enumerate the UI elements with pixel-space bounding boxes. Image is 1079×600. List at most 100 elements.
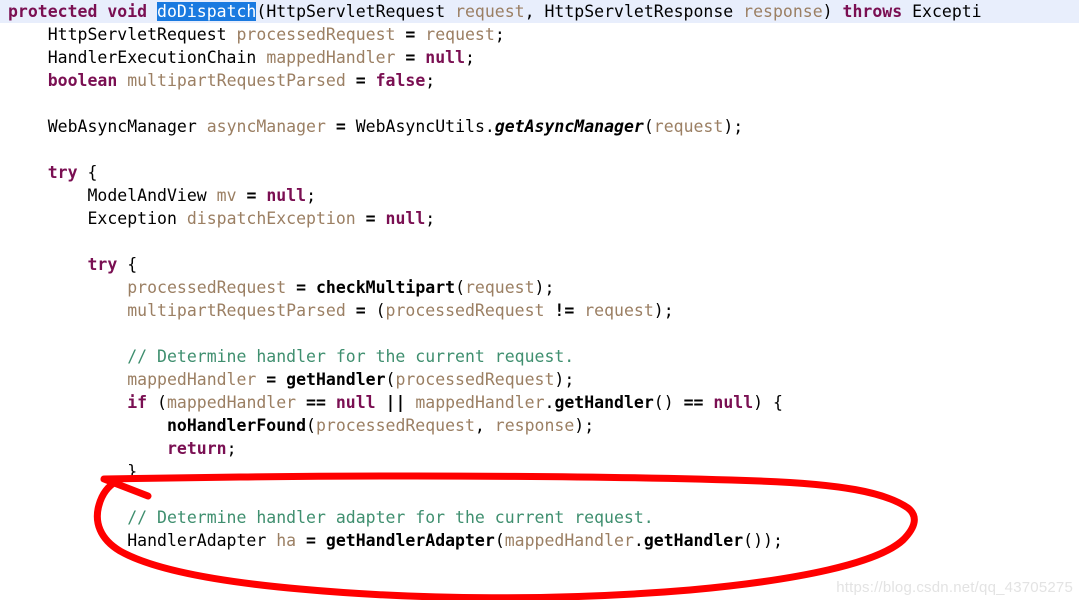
code-token: ); [534,278,555,297]
code-token: = [355,301,366,320]
code-token: null [713,393,754,412]
code-token: try [47,163,78,182]
code-viewport[interactable]: protected void doDispatch(HttpServletReq… [0,0,1079,600]
code-token: null [385,209,426,228]
code-line[interactable]: protected void doDispatch(HttpServletReq… [0,0,1079,23]
code-line[interactable]: try { [0,161,1079,184]
code-line[interactable]: boolean multipartRequestParsed = false; [0,69,1079,92]
code-token: ) { [753,393,783,412]
code-token: mappedHandler [127,370,257,389]
code-token: = [296,278,307,297]
code-token: ; [494,25,505,44]
code-token: getHandler [643,531,744,550]
code-line[interactable] [0,230,1079,253]
code-line[interactable] [0,483,1079,506]
code-token: mv [216,186,237,205]
code-token: ( [256,2,267,21]
code-line[interactable]: multipartRequestParsed = (processedReque… [0,299,1079,322]
code-token: ( [455,278,465,297]
code-line[interactable]: // Determine handler adapter for the cur… [0,506,1079,529]
code-token: ); [574,416,595,435]
code-token: mappedHandler [166,393,297,412]
code-token: ()); [743,531,783,550]
code-token: request [455,2,525,21]
code-token: dispatchException [186,209,356,228]
code-comment: // Determine handler adapter for the cur… [127,508,654,527]
code-token: WebAsyncManager [47,117,197,136]
code-token: HttpServletRequest [266,2,446,21]
code-line[interactable]: noHandlerFound(processedRequest, respons… [0,414,1079,437]
code-token: ( [147,393,167,412]
code-token: . [633,531,644,550]
code-token: return [166,439,227,458]
code-line[interactable] [0,322,1079,345]
code-line[interactable] [0,138,1079,161]
code-token: null [335,393,376,412]
code-token: noHandlerFound [166,416,307,435]
code-token: processedRequest [395,370,555,389]
code-line[interactable]: } [0,460,1079,483]
code-token: ; [425,209,436,228]
code-token: = [355,71,366,90]
code-token: null [266,186,307,205]
code-token: response [494,416,575,435]
code-line[interactable]: WebAsyncManager asyncManager = WebAsyncU… [0,115,1079,138]
code-token: protected [8,2,98,21]
code-line[interactable]: mappedHandler = getHandler(processedRequ… [0,368,1079,391]
code-token: ); [554,370,575,389]
code-token: mappedHandler [504,531,634,550]
code-token: request [584,301,654,320]
code-token: = [306,531,316,550]
code-line[interactable]: // Determine handler for the current req… [0,345,1079,368]
code-token: , [524,2,545,21]
code-token: || [385,393,406,412]
code-line[interactable]: processedRequest = checkMultipart(reques… [0,276,1079,299]
code-token: } [8,462,138,481]
code-token: == [306,393,326,412]
code-token: . [544,393,555,412]
code-line[interactable] [0,92,1079,115]
code-token: == [683,393,704,412]
code-line[interactable]: return; [0,437,1079,460]
code-line[interactable]: HandlerExecutionChain mappedHandler = nu… [0,46,1079,69]
code-line[interactable]: Exception dispatchException = null; [0,207,1079,230]
code-line[interactable]: HttpServletRequest processedRequest = re… [0,23,1079,46]
selected-token: doDispatch [157,2,257,21]
code-line[interactable]: ModelAndView mv = null; [0,184,1079,207]
code-line[interactable]: try { [0,253,1079,276]
code-token: WebAsyncUtils [355,117,485,136]
code-token: ) [822,2,843,21]
code-token: checkMultipart [315,278,456,297]
code-line[interactable]: HandlerAdapter ha = getHandlerAdapter(ma… [0,529,1079,552]
code-line[interactable]: if (mappedHandler == null || mappedHandl… [0,391,1079,414]
